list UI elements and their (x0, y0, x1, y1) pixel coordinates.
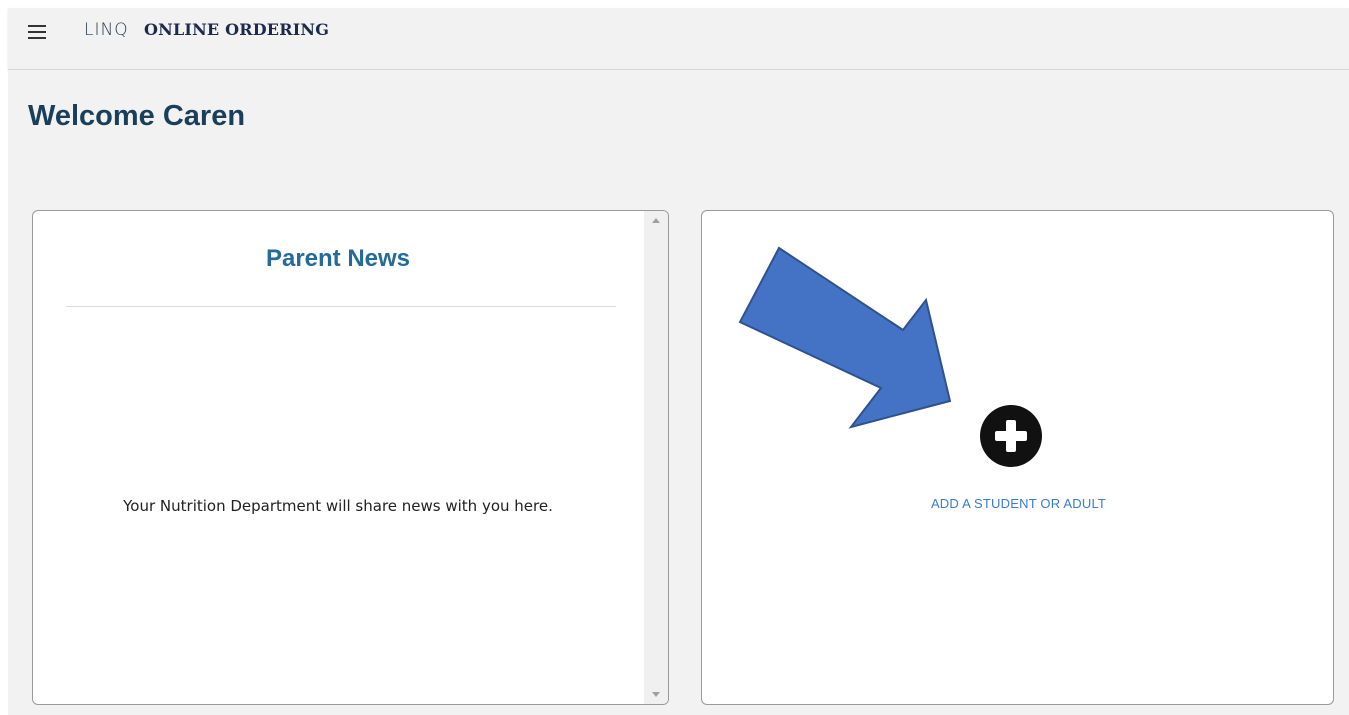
parent-news-card: Parent News Your Nutrition Department wi… (32, 210, 669, 705)
news-body-text: Your Nutrition Department will share new… (123, 497, 553, 515)
news-divider (66, 306, 616, 307)
hamburger-menu-icon[interactable] (28, 25, 46, 39)
plus-circle-icon[interactable] (980, 405, 1042, 467)
scroll-up-arrow-icon[interactable] (652, 218, 660, 223)
pointer-arrow-shape (738, 246, 952, 429)
brand-prefix: LINQ (84, 20, 129, 40)
pointer-arrow-icon (738, 246, 952, 429)
parent-news-title: Parent News (265, 245, 411, 272)
top-app-bar: LINQ ONLINE ORDERING (8, 8, 1349, 70)
add-student-or-adult-link[interactable]: ADD A STUDENT OR ADULT (702, 496, 1335, 511)
welcome-heading: Welcome Caren (28, 100, 246, 132)
news-scrollbar[interactable] (644, 211, 668, 704)
brand-title: ONLINE ORDERING (144, 20, 330, 39)
main-content: Welcome Caren Parent News Your Nutrition… (8, 70, 1349, 715)
scroll-down-arrow-icon[interactable] (652, 692, 660, 697)
